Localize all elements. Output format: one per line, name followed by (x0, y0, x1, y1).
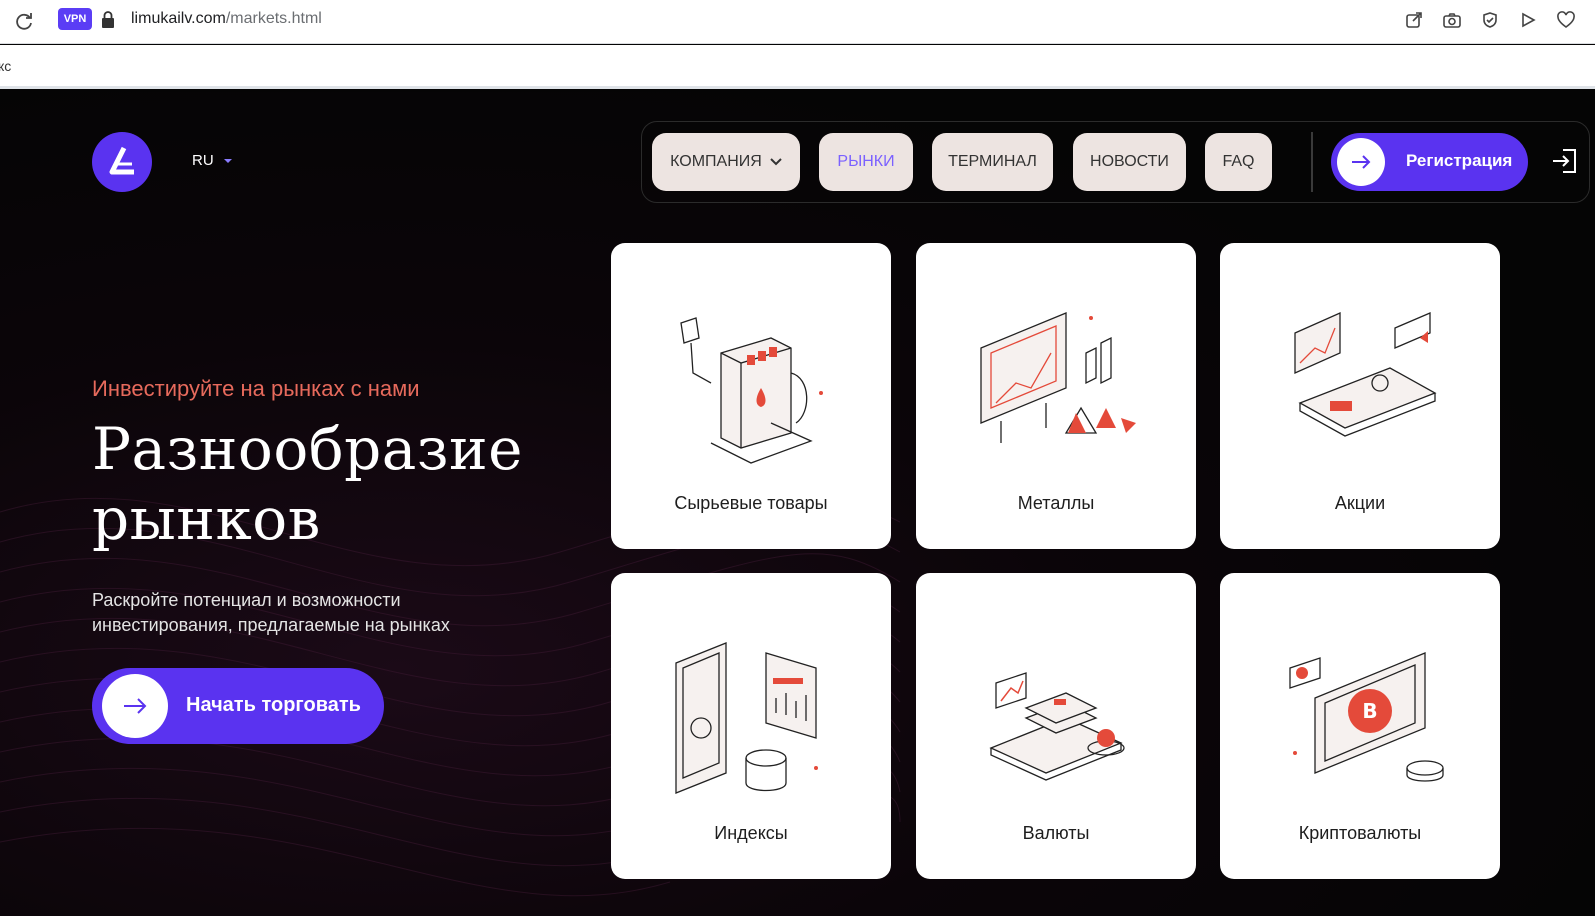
browser-toolbar: VPN limukailv.com/markets.html (0, 0, 1595, 44)
browser-actions (1403, 9, 1577, 31)
nav-news-label: НОВОСТИ (1090, 153, 1169, 170)
svg-text:B: B (1362, 699, 1377, 723)
hero-title-line1: Разнообразие (92, 415, 523, 483)
nav-terminal[interactable]: ТЕРМИНАЛ (932, 133, 1053, 191)
bookmark-fragment[interactable]: кс (0, 58, 11, 74)
start-trading-button[interactable]: Начать торговать (92, 668, 384, 744)
nav-news[interactable]: НОВОСТИ (1073, 133, 1186, 191)
logo-icon (109, 146, 134, 175)
gas-pump-icon (680, 317, 823, 464)
market-card-currencies[interactable]: Валюты (916, 573, 1196, 879)
start-trading-label: Начать торговать (186, 694, 361, 716)
nav-markets[interactable]: РЫНКИ (819, 133, 913, 191)
hero-title-line2: рынков (92, 485, 321, 553)
page: RU КОМПАНИЯ РЫНКИ ТЕРМИНАЛ НОВОСТИ FAQ Р… (0, 92, 1595, 916)
market-card-crypto[interactable]: B Криптовалюты (1220, 573, 1500, 879)
language-selector[interactable]: RU (192, 152, 232, 169)
login-icon[interactable] (1550, 146, 1580, 176)
heart-icon[interactable] (1555, 9, 1577, 31)
nav-divider (1311, 132, 1313, 192)
market-title-commodities: Сырьевые товары (674, 493, 828, 513)
nav-company[interactable]: КОМПАНИЯ (652, 133, 800, 191)
market-title-currencies: Валюты (1022, 823, 1090, 843)
shield-icon[interactable] (1479, 9, 1501, 31)
nav-company-label: КОМПАНИЯ (670, 153, 762, 170)
arrow-right-icon (1337, 138, 1385, 186)
address-bar[interactable]: limukailv.com/markets.html (131, 10, 322, 28)
currency-cash-icon (989, 672, 1125, 781)
register-label: Регистрация (1406, 151, 1513, 170)
indices-phone-icon (675, 642, 818, 794)
bookmarks-bar: кс (0, 45, 1595, 89)
nav-markets-label: РЫНКИ (837, 153, 895, 170)
share-icon[interactable] (1403, 9, 1425, 31)
url-path: /markets.html (225, 10, 322, 27)
url-host: limukailv.com (131, 10, 226, 27)
main-nav: КОМПАНИЯ РЫНКИ ТЕРМИНАЛ НОВОСТИ FAQ Реги… (641, 121, 1590, 203)
nav-faq[interactable]: FAQ (1205, 133, 1272, 191)
market-title-crypto: Криптовалюты (1298, 823, 1422, 843)
language-label: RU (192, 152, 214, 169)
vpn-badge[interactable]: VPN (58, 8, 92, 30)
play-icon[interactable] (1517, 9, 1539, 31)
market-title-indices: Индексы (714, 823, 788, 843)
camera-icon[interactable] (1441, 9, 1463, 31)
lock-icon[interactable] (100, 10, 116, 30)
market-title-stocks: Акции (1334, 493, 1386, 513)
hero-title: Разнообразие рынков (92, 414, 523, 554)
hero-desc-line1: Раскройте потенциал и возможности (92, 590, 401, 610)
market-title-metals: Металлы (1017, 493, 1095, 513)
stocks-chart-icon (1294, 311, 1437, 437)
register-button[interactable]: Регистрация (1331, 133, 1528, 191)
market-card-commodities[interactable]: Сырьевые товары (611, 243, 891, 549)
market-card-indices[interactable]: Индексы (611, 573, 891, 879)
hero-description: Раскройте потенциал и возможности инвест… (92, 588, 512, 638)
market-card-metals[interactable]: Металлы (916, 243, 1196, 549)
logo[interactable] (92, 132, 152, 192)
hero-desc-line2: инвестирования, предлагаемые на рынках (92, 615, 450, 635)
hero-subtitle: Инвестируйте на рынках с нами (92, 376, 420, 401)
chevron-down-icon (770, 158, 782, 166)
nav-terminal-label: ТЕРМИНАЛ (948, 153, 1037, 170)
nav-faq-label: FAQ (1222, 153, 1255, 170)
arrow-right-icon (102, 674, 168, 738)
bitcoin-tablet-icon: B (1289, 652, 1444, 782)
metals-board-icon (980, 312, 1136, 443)
reload-icon[interactable] (12, 10, 36, 34)
market-card-stocks[interactable]: Акции (1220, 243, 1500, 549)
caret-down-icon (223, 158, 232, 163)
